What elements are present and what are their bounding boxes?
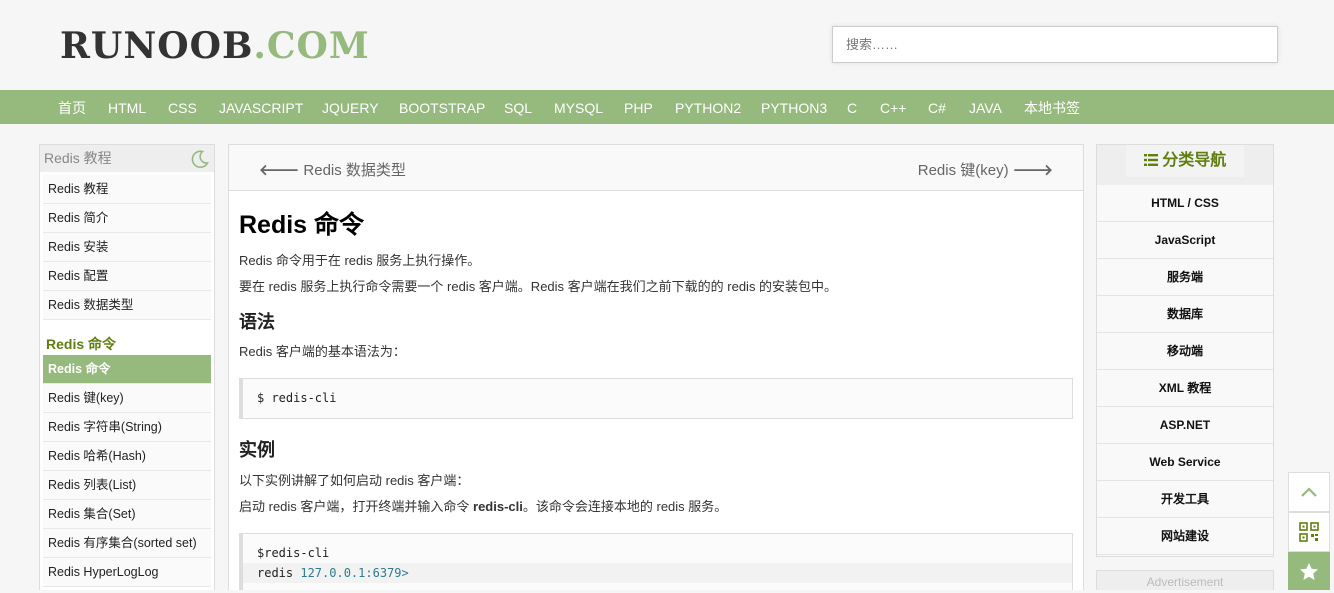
paragraph-example: 以下实例讲解了如何启动 redis 客户端：	[239, 473, 470, 488]
sidebar-section-title: Redis 命令	[46, 336, 117, 352]
nav-bootstrap[interactable]: BOOTSTRAP	[399, 90, 485, 124]
search-input[interactable]: 搜索……	[832, 26, 1278, 63]
category-nav-header: 分类导航	[1097, 145, 1273, 185]
next-link-label: Redis 键(key)	[917, 162, 1009, 179]
chevron-up-icon	[1301, 487, 1317, 497]
nav-mysql[interactable]: MYSQL	[554, 90, 603, 124]
sidebar-item-redis-intro[interactable]: Redis 简介	[43, 204, 211, 233]
sidebar-item-redis-tutorial[interactable]: Redis 教程	[43, 175, 211, 204]
category-server[interactable]: 服务端	[1097, 259, 1273, 296]
code-line: $ redis-cli	[257, 391, 337, 405]
sidebar-item-redis-set[interactable]: Redis 集合(Set)	[43, 500, 211, 529]
category-mobile[interactable]: 移动端	[1097, 333, 1273, 370]
bookmark-star-button[interactable]	[1288, 552, 1330, 590]
sidebar-item-redis-string[interactable]: Redis 字符串(String)	[43, 413, 211, 442]
paragraph-syntax: Redis 客户端的基本语法为：	[239, 344, 406, 359]
paragraph-start-client: 启动 redis 客户端，打开终端并输入命令 redis-cli。该命令会连接本…	[239, 496, 727, 515]
code-line: $redis-cli	[257, 546, 330, 560]
category-web-service[interactable]: Web Service	[1097, 444, 1273, 481]
left-sidebar: Redis 教程 Redis 教程 Redis 简介 Redis 安装 Redi…	[39, 144, 215, 590]
nav-cpp[interactable]: C++	[880, 90, 906, 124]
nav-bookmarks[interactable]: 本地书签	[1024, 90, 1080, 124]
sidebar-item-redis-config[interactable]: Redis 配置	[43, 262, 211, 291]
nav-python3[interactable]: PYTHON3	[761, 90, 827, 124]
logo-text-runoob: RUNOOB	[60, 25, 254, 67]
category-javascript[interactable]: JavaScript	[1097, 222, 1273, 259]
category-xml[interactable]: XML 教程	[1097, 370, 1273, 407]
command-bold: redis-cli	[473, 499, 523, 514]
heading-example: 实例	[239, 440, 275, 460]
main-content: 🡐 Redis 数据类型 Redis 键(key) 🡒 Redis 命令 Red…	[228, 144, 1084, 590]
code-block-example: $redis-cli redis 127.0.0.1:6379>	[239, 533, 1073, 590]
list-icon	[1143, 154, 1158, 166]
text-part: 。该命令会连接本地的 redis 服务。	[522, 499, 728, 514]
sidebar-item-redis-install[interactable]: Redis 安装	[43, 233, 211, 262]
sidebar-item-redis-sorted-set[interactable]: Redis 有序集合(sorted set)	[43, 529, 211, 558]
page-title: Redis 命令	[239, 211, 365, 239]
text-part: 启动 redis 客户端，打开终端并输入命令	[239, 499, 474, 514]
category-nav-title-wrap: 分类导航	[1125, 145, 1245, 177]
nav-csharp[interactable]: C#	[928, 90, 946, 124]
code-prompt: 127.0.0.1:6379>	[300, 566, 409, 580]
category-dev-tools[interactable]: 开发工具	[1097, 481, 1273, 518]
sidebar-item-redis-keys[interactable]: Redis 键(key)	[43, 384, 211, 413]
sidebar-item-redis-commands[interactable]: Redis 命令	[43, 355, 211, 384]
code-text: redis	[257, 566, 301, 580]
nav-sql[interactable]: SQL	[504, 90, 532, 124]
sidebar-item-redis-hyperloglog[interactable]: Redis HyperLogLog	[43, 558, 211, 587]
code-line: redis 127.0.0.1:6379>	[243, 563, 1072, 583]
prev-link[interactable]: 🡐 Redis 数据类型	[259, 159, 406, 180]
arrow-left-icon: 🡐	[259, 162, 300, 179]
sidebar-header: Redis 教程	[40, 145, 214, 172]
heading-syntax: 语法	[239, 312, 275, 332]
nav-java[interactable]: JAVA	[969, 90, 1002, 124]
arrow-right-icon: 🡒	[1012, 162, 1053, 179]
nav-php[interactable]: PHP	[624, 90, 653, 124]
pager: 🡐 Redis 数据类型 Redis 键(key) 🡒	[229, 145, 1083, 191]
category-database[interactable]: 数据库	[1097, 296, 1273, 333]
category-nav-title: 分类导航	[1162, 152, 1227, 169]
category-site-building[interactable]: 网站建设	[1097, 518, 1273, 555]
nav-home[interactable]: 首页	[58, 90, 86, 124]
code-block-syntax: $ redis-cli	[239, 378, 1073, 419]
sidebar-item-redis-list[interactable]: Redis 列表(List)	[43, 471, 211, 500]
star-icon	[1300, 562, 1318, 580]
logo-text-com: .COM	[253, 25, 370, 67]
site-logo[interactable]: RUNOOB.COM	[60, 24, 370, 68]
category-html-css[interactable]: HTML / CSS	[1097, 185, 1273, 222]
sidebar-title: Redis 教程	[44, 150, 112, 166]
category-aspnet[interactable]: ASP.NET	[1097, 407, 1273, 444]
advertisement-label: Advertisement	[1096, 570, 1274, 590]
right-sidebar: 分类导航 HTML / CSS JavaScript 服务端 数据库 移动端 X…	[1096, 144, 1274, 557]
qr-code-button[interactable]	[1288, 512, 1330, 552]
nav-jquery[interactable]: JQUERY	[322, 90, 379, 124]
next-link[interactable]: Redis 键(key) 🡒	[918, 159, 1053, 180]
sidebar-item-redis-datatypes[interactable]: Redis 数据类型	[43, 291, 211, 320]
top-nav: 首页 HTML CSS JAVASCRIPT JQUERY BOOTSTRAP …	[0, 90, 1334, 124]
sidebar-item-redis-hash[interactable]: Redis 哈希(Hash)	[43, 442, 211, 471]
qr-code-icon	[1299, 522, 1319, 542]
nav-c[interactable]: C	[847, 90, 857, 124]
header: RUNOOB.COM 搜索……	[0, 0, 1334, 90]
nav-html[interactable]: HTML	[108, 90, 146, 124]
moon-icon[interactable]	[190, 149, 210, 169]
nav-python2[interactable]: PYTHON2	[675, 90, 741, 124]
paragraph-client: 要在 redis 服务上执行命令需要一个 redis 客户端。Redis 客户端…	[239, 279, 838, 294]
paragraph-intro: Redis 命令用于在 redis 服务上执行操作。	[239, 253, 481, 268]
prev-link-label: Redis 数据类型	[303, 162, 406, 179]
back-to-top-button[interactable]	[1288, 472, 1330, 512]
nav-css[interactable]: CSS	[168, 90, 197, 124]
nav-javascript[interactable]: JAVASCRIPT	[219, 90, 303, 124]
